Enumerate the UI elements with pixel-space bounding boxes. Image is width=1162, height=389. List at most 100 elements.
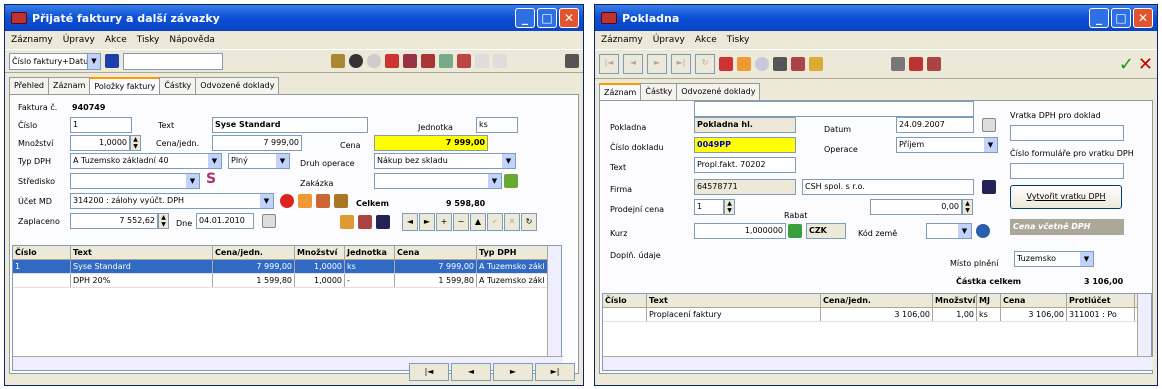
rabat-stepper[interactable]: ▲ ▼: [962, 199, 973, 215]
print-icon[interactable]: [891, 57, 905, 71]
refresh-icon[interactable]: [755, 57, 769, 71]
cenajedn-field[interactable]: 7 999,00: [212, 135, 302, 151]
refresh-record-button[interactable]: ↻: [521, 213, 537, 231]
menu-akce[interactable]: Akce: [695, 35, 717, 45]
grid-icon[interactable]: [791, 57, 805, 71]
col-text[interactable]: Text: [647, 294, 821, 307]
tools-icon[interactable]: [773, 57, 787, 71]
table-row[interactable]: 1 Syse Standard 7 999,00 1,0000 ks 7 999…: [13, 260, 561, 274]
record-icon[interactable]: [349, 54, 363, 68]
vratka-field[interactable]: [1010, 125, 1124, 141]
cancel-record-button[interactable]: ✕: [504, 213, 520, 231]
vertical-scrollbar[interactable]: [547, 246, 561, 356]
close-button[interactable]: ✕: [559, 8, 579, 28]
address-book-icon[interactable]: [982, 180, 996, 194]
cislodokladu-field[interactable]: 0049PP: [694, 137, 796, 153]
menu-tisky[interactable]: Tisky: [137, 35, 160, 45]
tab-odvozene[interactable]: Odvozené doklady: [195, 77, 280, 94]
firma-name-field[interactable]: CSH spol. s r.o.: [802, 179, 974, 195]
tab-castky[interactable]: Částky: [159, 77, 197, 94]
dph-icon[interactable]: [298, 194, 312, 208]
col-cenajedn[interactable]: Cena/jedn.: [213, 246, 295, 259]
menu-upravy[interactable]: Úpravy: [63, 35, 95, 45]
col-cena[interactable]: Cena: [395, 246, 477, 259]
menu-napoveda[interactable]: Nápověda: [169, 35, 215, 45]
col-typdph[interactable]: Typ DPH: [477, 246, 549, 259]
dne-field[interactable]: 04.01.2010: [196, 213, 254, 229]
copy-icon[interactable]: [475, 54, 489, 68]
calendar-icon[interactable]: [982, 118, 996, 132]
cislo-field[interactable]: 1: [70, 117, 132, 133]
dph-icon[interactable]: [737, 57, 751, 71]
chart-icon[interactable]: [316, 194, 330, 208]
kodzeme-combo[interactable]: ▼: [926, 223, 972, 239]
typdph-combo[interactable]: A Tuzemsko základní 40 ▼: [70, 153, 222, 169]
prodejni-stepper[interactable]: ▲ ▼: [724, 199, 735, 215]
export-icon[interactable]: [385, 54, 399, 68]
rabat-field[interactable]: 0,00: [870, 199, 962, 215]
col-cislo[interactable]: Číslo: [13, 246, 71, 259]
currency-icon[interactable]: [788, 224, 802, 238]
delete-icon[interactable]: [493, 54, 507, 68]
zakazka-combo[interactable]: ▼: [374, 173, 502, 189]
dopln-field[interactable]: [694, 101, 974, 117]
menu-zaznamy[interactable]: Záznamy: [11, 35, 53, 45]
sort-icon[interactable]: [719, 57, 733, 71]
up-record-button[interactable]: ▲: [470, 213, 486, 231]
prev-page-button[interactable]: ◄: [451, 363, 491, 381]
tab-zaznam[interactable]: Záznam: [599, 83, 642, 100]
cancel-icon[interactable]: ✕: [1138, 54, 1153, 75]
misto-combo[interactable]: Tuzemsko ▼: [1014, 251, 1094, 267]
grid-icon[interactable]: [358, 215, 372, 229]
find-icon[interactable]: [105, 54, 119, 68]
next-record-button[interactable]: ►: [419, 213, 435, 231]
table-icon[interactable]: [421, 54, 435, 68]
tab-zaznam[interactable]: Záznam: [48, 77, 91, 94]
reload-icon[interactable]: ↻: [695, 54, 715, 74]
import-icon[interactable]: [403, 54, 417, 68]
menu-tisky[interactable]: Tisky: [727, 35, 750, 45]
col-protiucet[interactable]: Protiúčet: [1067, 294, 1135, 307]
chart-icon[interactable]: [439, 54, 453, 68]
close-button[interactable]: ✕: [1133, 8, 1153, 28]
col-mnozstvi[interactable]: Množství: [295, 246, 345, 259]
col-mj[interactable]: MJ: [977, 294, 1001, 307]
menu-zaznamy[interactable]: Záznamy: [601, 35, 643, 45]
person-icon[interactable]: [809, 57, 823, 71]
last-page-button[interactable]: ►|: [535, 363, 575, 381]
remove-record-button[interactable]: −: [453, 213, 469, 231]
cisloform-field[interactable]: [1010, 163, 1124, 179]
stop-icon[interactable]: [367, 54, 381, 68]
menu-upravy[interactable]: Úpravy: [653, 35, 685, 45]
confirm-icon[interactable]: ✓: [1119, 54, 1134, 75]
exit-icon[interactable]: [565, 54, 579, 68]
operace-combo[interactable]: Příjem ▼: [896, 137, 998, 153]
menu-akce[interactable]: Akce: [105, 35, 127, 45]
export-icon[interactable]: [909, 57, 923, 71]
maximize-button[interactable]: □: [1111, 8, 1131, 28]
confirm-record-button[interactable]: ✓: [487, 213, 503, 231]
kurz-field[interactable]: 1,000000: [694, 223, 786, 239]
next-page-button[interactable]: ►: [493, 363, 533, 381]
last-icon[interactable]: ►|: [671, 54, 691, 74]
filter-icon[interactable]: [376, 215, 390, 229]
table-row[interactable]: Proplacení faktury 3 106,00 1,00 ks 3 10…: [603, 308, 1151, 322]
cena-dph-checkbox[interactable]: Cena včetně DPH: [1010, 219, 1124, 235]
minimize-button[interactable]: _: [1089, 8, 1109, 28]
next-icon[interactable]: ►: [647, 54, 667, 74]
tab-polozky[interactable]: Položky faktury: [89, 77, 161, 94]
filter-icon[interactable]: [331, 54, 345, 68]
sort-combo[interactable]: Číslo faktury+Datum ▼: [9, 52, 101, 70]
cena-field[interactable]: 7 999,00: [374, 135, 488, 151]
stredisko-combo[interactable]: ▼: [70, 173, 200, 189]
text-field[interactable]: Syse Standard: [212, 117, 368, 133]
split-icon[interactable]: [334, 194, 348, 208]
col-cenajedn[interactable]: Cena/jedn.: [821, 294, 933, 307]
refresh-icon[interactable]: [280, 194, 294, 208]
table-icon[interactable]: [927, 57, 941, 71]
maximize-button[interactable]: □: [537, 8, 557, 28]
prodejni-field[interactable]: 1: [694, 199, 724, 215]
search-input[interactable]: [123, 52, 223, 70]
ucet-combo[interactable]: 314200 : zálohy vyúčt. DPH ▼: [70, 193, 274, 209]
tab-odvozene[interactable]: Odvozené doklady: [676, 83, 761, 100]
